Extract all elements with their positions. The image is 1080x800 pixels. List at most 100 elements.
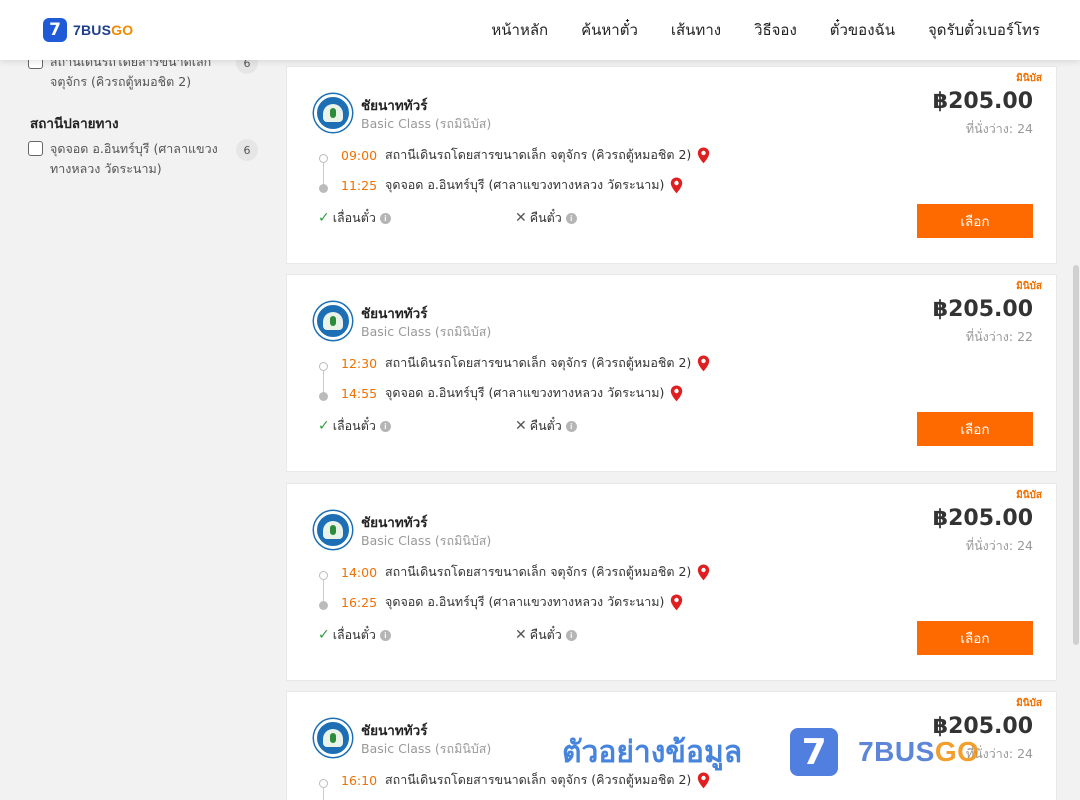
- route-timeline: [318, 154, 330, 193]
- operator-logo-icon: [314, 94, 352, 132]
- operator-logo-icon: [314, 511, 352, 549]
- info-icon[interactable]: i: [379, 420, 391, 432]
- info-icon[interactable]: i: [565, 629, 577, 641]
- nav-home[interactable]: หน้าหลัก: [491, 18, 548, 42]
- departure-stop: 12:30 สถานีเดินรถโดยสารขนาดเล็ก จตุจักร …: [341, 353, 710, 373]
- vehicle-type-badge: มินิบัส: [1016, 281, 1042, 292]
- departure-station: สถานีเดินรถโดยสารขนาดเล็ก จตุจักร (คิวรถ…: [385, 147, 692, 162]
- nav-my-tickets[interactable]: ตั๋วของฉัน: [830, 18, 895, 42]
- reschedule-label: เลื่อนตั๋ว: [332, 210, 376, 225]
- route-timeline: [318, 362, 330, 401]
- operator-name: ชัยนาททัวร์: [361, 515, 428, 531]
- refund-policy: ✕ คืนตั๋ว i: [515, 416, 577, 436]
- seats-available: ที่นั่งว่าง: 24: [965, 538, 1033, 553]
- trip-card: มินิบัส ชัยนาททัวร์ Basic Class (รถมินิบ…: [286, 483, 1057, 681]
- cross-icon: ✕: [515, 418, 527, 434]
- trip-price: ฿205.00: [932, 89, 1033, 114]
- nav-routes[interactable]: เส้นทาง: [671, 18, 721, 42]
- operator-logo-icon: [314, 719, 352, 757]
- map-pin-icon[interactable]: [670, 594, 683, 611]
- trip-price: ฿205.00: [932, 506, 1033, 531]
- watermark-brand-accent: GO: [934, 736, 980, 767]
- site-logo[interactable]: 7 7BUSGO: [43, 18, 133, 42]
- route-timeline: [318, 571, 330, 610]
- arrival-station: จุดจอด อ.อินทร์บุรี (ศาลาแขวงทางหลวง วัด…: [385, 594, 665, 609]
- operator-logo-icon: [314, 302, 352, 340]
- arrival-time: 16:25: [341, 594, 378, 610]
- info-icon[interactable]: i: [379, 212, 391, 224]
- cross-icon: ✕: [515, 627, 527, 643]
- filter-item-destination-station[interactable]: จุดจอด อ.อินทร์บุรี (ศาลาแขวงทางหลวง วัด…: [28, 139, 258, 179]
- arrival-stop: 16:25 จุดจอด อ.อินทร์บุรี (ศาลาแขวงทางหล…: [341, 592, 683, 612]
- info-icon[interactable]: i: [565, 212, 577, 224]
- service-class: Basic Class (รถมินิบัส): [361, 116, 492, 131]
- nav-ticket-pickup-phone[interactable]: จุดรับตั๋วเบอร์โทร: [928, 18, 1040, 42]
- logo-wordmark-accent: GO: [111, 22, 134, 38]
- filter-checkbox[interactable]: [28, 141, 43, 156]
- select-trip-button[interactable]: เลือก: [917, 621, 1033, 655]
- info-icon[interactable]: i: [565, 420, 577, 432]
- map-pin-icon[interactable]: [670, 177, 683, 194]
- departure-station: สถานีเดินรถโดยสารขนาดเล็ก จตุจักร (คิวรถ…: [385, 564, 692, 579]
- departure-station: สถานีเดินรถโดยสารขนาดเล็ก จตุจักร (คิวรถ…: [385, 355, 692, 370]
- vehicle-type-badge: มินิบัส: [1016, 73, 1042, 84]
- logo-wordmark-main: 7BUS: [73, 22, 112, 38]
- info-icon[interactable]: i: [379, 629, 391, 641]
- checkmark-icon: ✓: [318, 210, 330, 226]
- map-pin-icon[interactable]: [697, 564, 710, 581]
- nav-how-to-book[interactable]: วิธีจอง: [754, 18, 797, 42]
- arrival-station: จุดจอด อ.อินทร์บุรี (ศาลาแขวงทางหลวง วัด…: [385, 177, 665, 192]
- main-nav: หน้าหลัก ค้นหาตั๋ว เส้นทาง วิธีจอง ตั๋วข…: [458, 0, 1040, 60]
- watermark-brand: 7BUSGO: [858, 736, 979, 768]
- departure-time: 16:10: [341, 772, 378, 788]
- reschedule-label: เลื่อนตั๋ว: [332, 627, 376, 642]
- checkmark-icon: ✓: [318, 418, 330, 434]
- destination-filter-heading: สถานีปลายทาง: [30, 116, 119, 132]
- departure-stop: 09:00 สถานีเดินรถโดยสารขนาดเล็ก จตุจักร …: [341, 145, 710, 165]
- watermark-brand-main: 7BUS: [858, 736, 935, 767]
- filter-label: จุดจอด อ.อินทร์บุรี (ศาลาแขวงทางหลวง วัด…: [50, 141, 218, 176]
- refund-label: คืนตั๋ว: [529, 418, 562, 433]
- arrival-time: 11:25: [341, 177, 378, 193]
- select-trip-button[interactable]: เลือก: [917, 204, 1033, 238]
- departure-time: 14:00: [341, 564, 378, 580]
- reschedule-policy: ✓ เลื่อนตั๋ว i: [318, 625, 391, 645]
- refund-policy: ✕ คืนตั๋ว i: [515, 208, 577, 228]
- vehicle-type-badge: มินิบัส: [1016, 490, 1042, 501]
- page-scrollbar[interactable]: [1072, 60, 1080, 800]
- sample-data-watermark: ตัวอย่างข้อมูล 7 7BUSGO: [562, 728, 979, 776]
- service-class: Basic Class (รถมินิบัส): [361, 741, 492, 756]
- route-timeline: [318, 779, 330, 800]
- departure-stop: 14:00 สถานีเดินรถโดยสารขนาดเล็ก จตุจักร …: [341, 562, 710, 582]
- filter-sidebar: สถานีเดินรถโดยสารขนาดเล็ก จตุจักร (คิวรถ…: [0, 52, 270, 800]
- refund-policy: ✕ คืนตั๋ว i: [515, 625, 577, 645]
- logo-mark-icon: 7: [43, 18, 67, 42]
- map-pin-icon[interactable]: [670, 385, 683, 402]
- service-class: Basic Class (รถมินิบัส): [361, 324, 492, 339]
- reschedule-label: เลื่อนตั๋ว: [332, 418, 376, 433]
- arrival-time: 14:55: [341, 385, 378, 401]
- operator-name: ชัยนาททัวร์: [361, 98, 428, 114]
- watermark-logo-icon: 7: [790, 728, 839, 776]
- refund-label: คืนตั๋ว: [529, 210, 562, 225]
- trip-card: มินิบัส ชัยนาททัวร์ Basic Class (รถมินิบ…: [286, 274, 1057, 472]
- scrollbar-thumb[interactable]: [1073, 265, 1079, 645]
- filter-count-badge: 6: [236, 139, 258, 161]
- departure-time: 09:00: [341, 147, 378, 163]
- operator-name: ชัยนาททัวร์: [361, 306, 428, 322]
- select-trip-button[interactable]: เลือก: [917, 412, 1033, 446]
- arrival-station: จุดจอด อ.อินทร์บุรี (ศาลาแขวงทางหลวง วัด…: [385, 385, 665, 400]
- map-pin-icon[interactable]: [697, 355, 710, 372]
- arrival-stop: 11:25 จุดจอด อ.อินทร์บุรี (ศาลาแขวงทางหล…: [341, 175, 683, 195]
- refund-label: คืนตั๋ว: [529, 627, 562, 642]
- map-pin-icon[interactable]: [697, 147, 710, 164]
- service-class: Basic Class (รถมินิบัส): [361, 533, 492, 548]
- departure-time: 12:30: [341, 355, 378, 371]
- checkmark-icon: ✓: [318, 627, 330, 643]
- reschedule-policy: ✓ เลื่อนตั๋ว i: [318, 416, 391, 436]
- reschedule-policy: ✓ เลื่อนตั๋ว i: [318, 208, 391, 228]
- vehicle-type-badge: มินิบัส: [1016, 698, 1042, 709]
- cross-icon: ✕: [515, 210, 527, 226]
- nav-search-tickets[interactable]: ค้นหาตั๋ว: [581, 18, 638, 42]
- operator-name: ชัยนาททัวร์: [361, 723, 428, 739]
